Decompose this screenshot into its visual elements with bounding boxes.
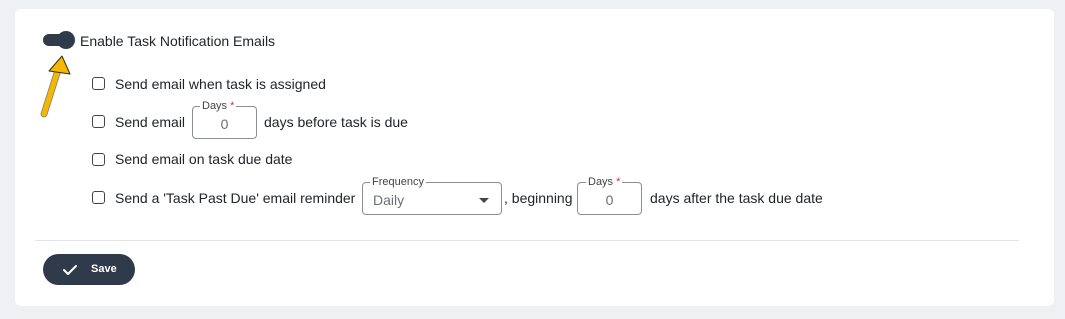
past-due-prefix-label: Send a 'Task Past Due' email reminder	[115, 190, 356, 206]
checkmark-icon	[63, 265, 77, 275]
yellow-arrow-icon	[40, 55, 71, 118]
days-before-value: 0	[220, 116, 229, 132]
assigned-label: Send email when task is assigned	[115, 76, 326, 92]
past-due-middle-label: , beginning	[504, 190, 573, 206]
assigned-checkbox[interactable]	[92, 77, 105, 90]
past-due-checkbox[interactable]	[92, 191, 105, 204]
caret-down-icon	[479, 198, 489, 203]
frequency-legend: Frequency	[370, 175, 426, 189]
days-after-value: 0	[605, 192, 614, 208]
days-before-field[interactable]: Days * 0	[192, 99, 257, 139]
toggle-knob	[57, 31, 75, 49]
days-after-field[interactable]: Days * 0	[577, 175, 642, 215]
enable-notifications-toggle[interactable]	[43, 31, 75, 49]
save-button[interactable]: Save	[43, 254, 135, 285]
enable-notifications-label: Enable Task Notification Emails	[80, 33, 276, 49]
before-due-checkbox[interactable]	[92, 115, 105, 128]
days-after-legend: Days *	[586, 175, 623, 189]
days-before-legend: Days *	[200, 99, 237, 113]
before-due-suffix-label: days before task is due	[264, 114, 408, 130]
due-date-checkbox[interactable]	[92, 153, 105, 166]
before-due-prefix-label: Send email	[115, 114, 186, 130]
frequency-value: Daily	[373, 192, 405, 208]
frequency-select[interactable]: Frequency Daily	[362, 175, 502, 215]
past-due-suffix-label: days after the task due date	[650, 190, 823, 206]
due-date-label: Send email on task due date	[115, 151, 293, 167]
save-label: Save	[91, 263, 117, 275]
divider	[35, 240, 1019, 241]
